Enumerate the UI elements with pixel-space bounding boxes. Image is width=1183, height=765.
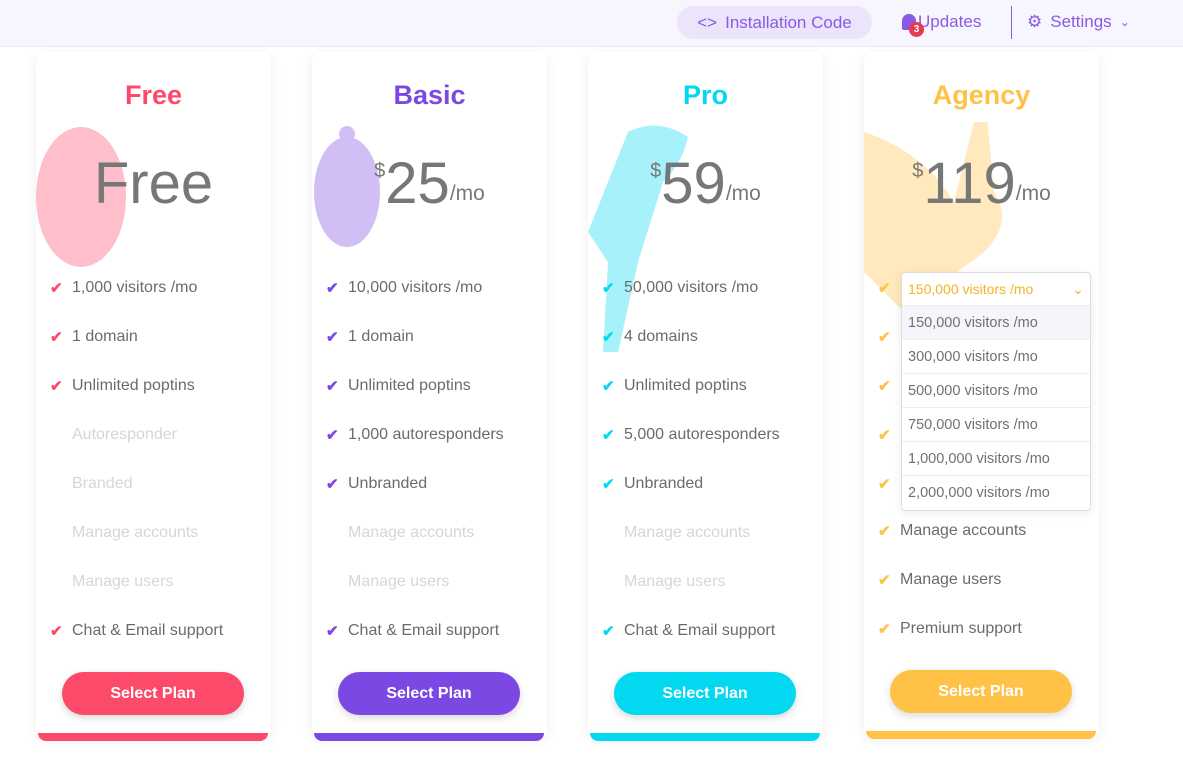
feature-item: ✔ xyxy=(878,472,900,496)
check-icon: ✔ xyxy=(878,427,891,444)
plan-accent-bar xyxy=(866,731,1096,739)
gear-icon: ⚙ xyxy=(1027,12,1043,31)
feature-item: Manage accounts xyxy=(624,524,751,541)
plan-accent-bar xyxy=(314,733,544,741)
feature-item: ✔ 4 domains xyxy=(602,328,698,346)
visitors-dropdown-selected[interactable]: 150,000 visitors /mo ⌄ xyxy=(902,273,1090,306)
feature-item: ✔ 1,000 autoresponders xyxy=(326,426,504,444)
feature-item: ✔ Manage accounts xyxy=(878,522,1027,540)
check-icon: ✔ xyxy=(326,280,339,297)
check-icon: ✔ xyxy=(602,280,615,297)
check-icon: ✔ xyxy=(878,572,891,589)
select-plan-button[interactable]: Select Plan xyxy=(338,672,520,715)
check-icon: ✔ xyxy=(602,329,615,346)
feature-item: ✔ xyxy=(878,374,900,398)
check-icon: ✔ xyxy=(326,427,339,444)
feature-item: Autoresponder xyxy=(72,426,177,443)
dropdown-option[interactable]: 750,000 visitors /mo xyxy=(902,408,1090,442)
check-icon: ✔ xyxy=(326,378,339,395)
feature-item: Branded xyxy=(72,475,133,492)
plan-price: $25/mo xyxy=(374,151,485,216)
installation-code-button[interactable]: <> Installation Code xyxy=(677,6,872,39)
check-icon: ✔ xyxy=(602,378,615,395)
check-icon: ✔ xyxy=(878,523,891,540)
plan-card-basic: Basic $25/mo ✔ 10,000 visitors /mo ✔ 1 domain… xyxy=(312,52,547,738)
plan-name: Agency xyxy=(932,80,1031,110)
dropdown-option[interactable]: 500,000 visitors /mo xyxy=(902,374,1090,408)
feature-item: ✔ Chat & Email support xyxy=(602,622,776,640)
check-icon: ✔ xyxy=(50,378,63,395)
check-icon: ✔ xyxy=(878,280,891,297)
feature-item: ✔ 1,000 visitors /mo xyxy=(50,279,198,297)
top-bar: <> Installation Code 3 Updates ⚙ Settings ⌄ xyxy=(0,0,1183,47)
plan-name: Free xyxy=(124,80,183,110)
visitors-dropdown[interactable]: 150,000 visitors /mo ⌄ 150,000 visitors /… xyxy=(901,272,1091,511)
feature-item: Manage accounts xyxy=(72,524,199,541)
feature-item: ✔ Chat & Email support xyxy=(326,622,500,640)
select-plan-button[interactable]: Select Plan xyxy=(62,672,244,715)
select-plan-button[interactable]: Select Plan xyxy=(890,670,1072,713)
feature-item: ✔ Unbranded xyxy=(602,475,704,493)
feature-item: ✔ Unbranded xyxy=(326,475,428,493)
check-icon: ✔ xyxy=(602,476,615,493)
feature-item: ✔ 50,000 visitors /mo xyxy=(602,279,759,297)
feature-item: ✔ 5,000 autoresponders xyxy=(602,426,780,444)
check-icon: ✔ xyxy=(878,378,891,395)
check-icon: ✔ xyxy=(326,623,339,640)
plan-price: Free xyxy=(93,151,214,216)
check-icon: ✔ xyxy=(878,476,891,493)
check-icon: ✔ xyxy=(602,427,615,444)
check-icon: ✔ xyxy=(50,280,63,297)
feature-item: ✔ Manage users xyxy=(878,571,1002,589)
plan-card-free: Free Free ✔ 1,000 visitors /mo ✔ 1 domain ✔ Unl… xyxy=(36,52,271,738)
check-icon: ✔ xyxy=(50,623,63,640)
feature-item: Manage accounts xyxy=(348,524,475,541)
bell-icon: 3 xyxy=(902,14,924,37)
code-icon: <> xyxy=(697,12,718,32)
dropdown-option[interactable]: 2,000,000 visitors /mo xyxy=(902,476,1090,510)
plan-name: Pro xyxy=(682,80,728,110)
plan-card-pro: Pro $59/mo ✔ 50,000 visitors /mo ✔ 4 domains ✔… xyxy=(588,52,823,738)
updates-button[interactable]: 3 Updates xyxy=(902,12,981,37)
feature-item: ✔ Unlimited poptins xyxy=(326,377,471,395)
feature-item: ✔ Unlimited poptins xyxy=(50,377,195,395)
check-icon: ✔ xyxy=(602,623,615,640)
check-icon: ✔ xyxy=(326,329,339,346)
dropdown-option[interactable]: 1,000,000 visitors /mo xyxy=(902,442,1090,476)
select-plan-button[interactable]: Select Plan xyxy=(614,672,796,715)
feature-item: ✔ Chat & Email support xyxy=(50,622,224,640)
check-icon: ✔ xyxy=(50,329,63,346)
feature-item: Manage users xyxy=(624,573,726,590)
plan-name: Basic xyxy=(393,80,466,110)
feature-item: ✔ Unlimited poptins xyxy=(602,377,747,395)
feature-item: ✔ xyxy=(878,276,900,300)
feature-item: ✔ Premium support xyxy=(878,620,1022,638)
chevron-down-icon: ⌄ xyxy=(1119,15,1130,29)
dropdown-option[interactable]: 300,000 visitors /mo xyxy=(902,340,1090,374)
feature-item: ✔ xyxy=(878,423,900,447)
feature-item: Manage users xyxy=(348,573,450,590)
feature-item: Manage users xyxy=(72,573,174,590)
plan-price: $59/mo xyxy=(650,151,761,216)
plan-accent-bar xyxy=(38,733,268,741)
updates-count-badge: 3 xyxy=(909,22,924,37)
divider xyxy=(1011,6,1012,39)
feature-item: ✔ xyxy=(878,325,900,349)
settings-menu[interactable]: ⚙ Settings ⌄ xyxy=(1027,12,1130,32)
chevron-down-icon: ⌄ xyxy=(1072,280,1084,297)
check-icon: ✔ xyxy=(878,621,891,638)
check-icon: ✔ xyxy=(878,329,891,346)
check-icon: ✔ xyxy=(326,476,339,493)
feature-item: ✔ 10,000 visitors /mo xyxy=(326,279,483,297)
plan-accent-bar xyxy=(590,733,820,741)
dropdown-option[interactable]: 150,000 visitors /mo xyxy=(902,306,1090,340)
feature-item: ✔ 1 domain xyxy=(326,328,414,346)
feature-item: ✔ 1 domain xyxy=(50,328,138,346)
plan-price: $119/mo xyxy=(912,151,1051,216)
